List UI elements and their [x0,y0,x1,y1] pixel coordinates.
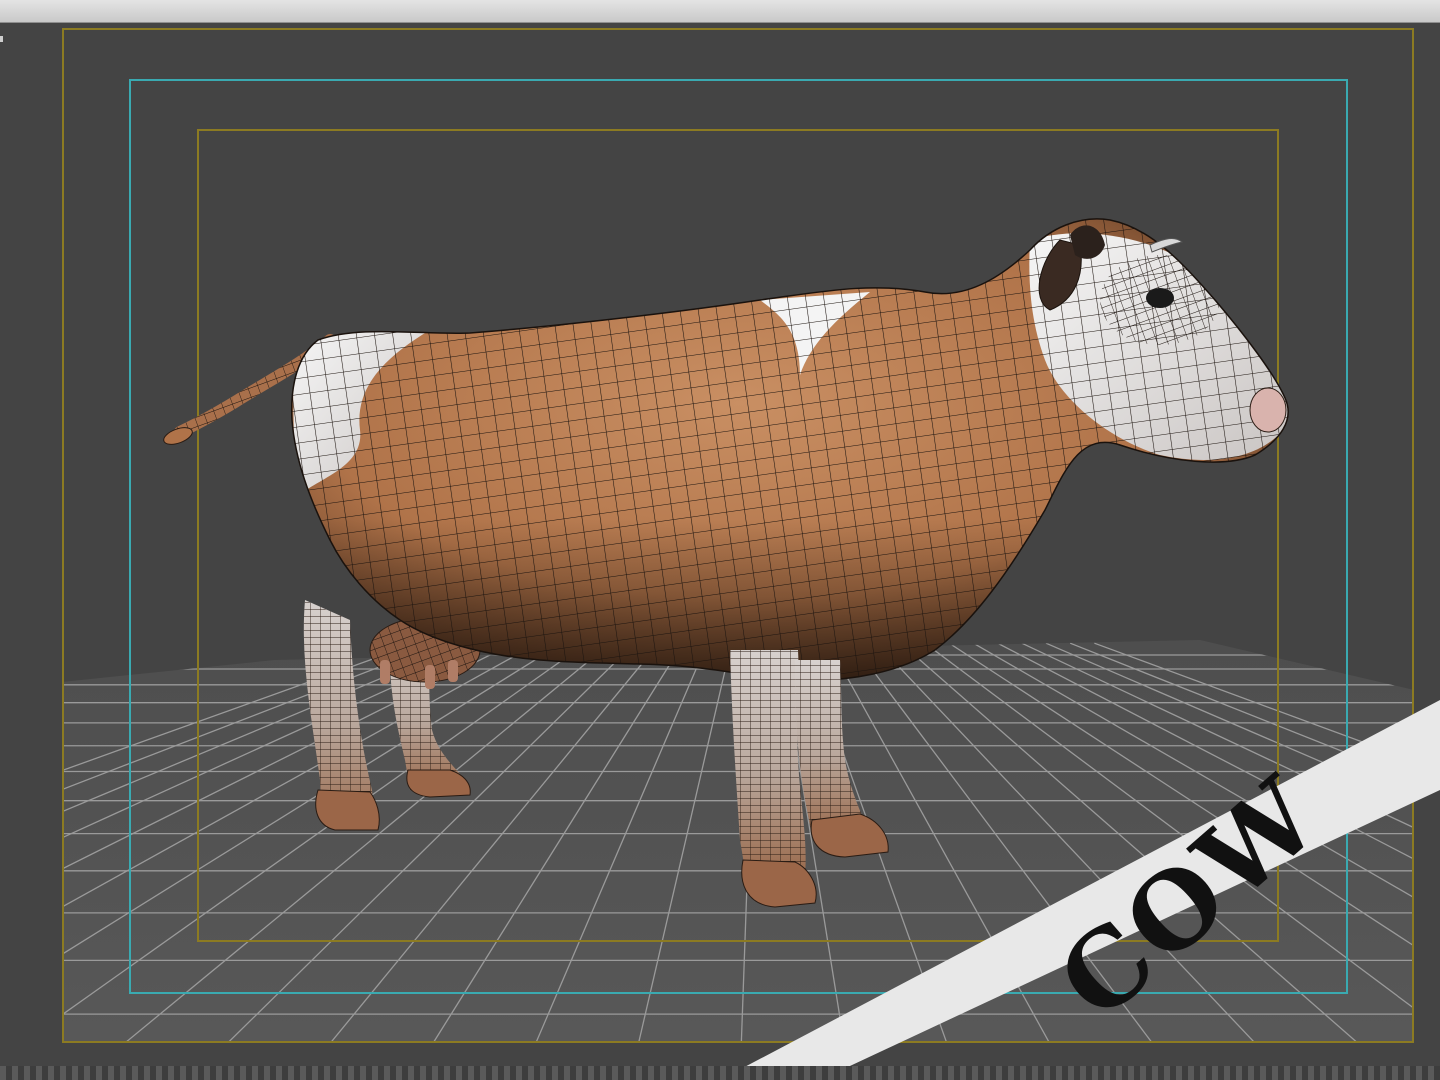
3d-viewport[interactable]: COW [0,0,1440,1080]
cow-front-legs [730,650,889,908]
timeline-strip[interactable] [0,1066,1440,1080]
cow-eye [1146,288,1174,308]
cow-nose [1249,387,1287,433]
cow-body-wireframe [291,218,1289,681]
